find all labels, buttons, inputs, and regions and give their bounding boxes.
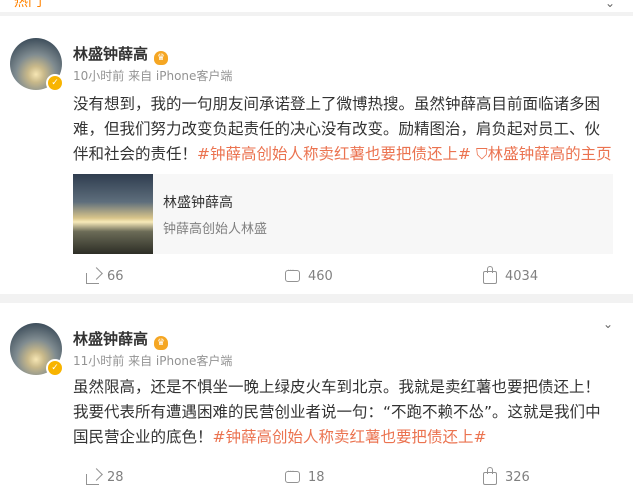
chevron-down-icon[interactable]: ⌄: [603, 317, 613, 331]
avatar[interactable]: ✓: [10, 38, 64, 92]
comment-count: 18: [308, 469, 325, 485]
like-icon: [483, 266, 497, 284]
crown-badge-icon: ♛: [154, 51, 169, 65]
forward-button[interactable]: 66: [86, 264, 124, 288]
forward-button[interactable]: 28: [86, 465, 124, 489]
comment-icon: [285, 467, 300, 483]
share-card-subtitle: 钟薛高创始人林盛: [163, 222, 268, 237]
post-meta: 11小时前 来自 iPhone客户端: [73, 354, 233, 368]
profile-share-card[interactable]: 林盛钟薛高 钟薛高创始人林盛: [73, 174, 613, 254]
like-count: 4034: [505, 268, 539, 284]
tab-hot[interactable]: 热门: [14, 0, 42, 11]
forward-count: 28: [107, 469, 124, 485]
chevron-down-icon[interactable]: ⌄: [605, 0, 615, 10]
author-name[interactable]: 林盛钟薛高 ♛: [73, 43, 169, 65]
author-name-text[interactable]: 林盛钟薛高: [73, 330, 148, 348]
like-button[interactable]: 4034: [483, 264, 538, 288]
avatar[interactable]: ✓: [10, 323, 64, 377]
share-card-title: 林盛钟薛高: [163, 195, 233, 211]
like-count: 326: [505, 469, 530, 485]
post-text: 虽然限高，还是不惧坐一晚上绿皮火车到北京。我就是卖红薯也要把债还上！我要代表所有…: [73, 375, 613, 450]
like-button[interactable]: 326: [483, 465, 530, 489]
crown-badge-icon: ♛: [154, 336, 169, 350]
post-meta: 10小时前 来自 iPhone客户端: [73, 69, 233, 83]
post-card: ✓ 林盛钟薛高 ♛ 10小时前 来自 iPhone客户端 没有想到，我的一句朋友间…: [0, 16, 633, 294]
share-card-thumbnail: [73, 174, 153, 254]
top-tab-bar: 热门 ⌄: [0, 0, 633, 12]
comment-button[interactable]: 460: [285, 264, 333, 288]
forward-icon: [86, 473, 99, 485]
forward-icon: [86, 272, 99, 284]
action-bar: 28 18 326: [0, 465, 633, 489]
comment-button[interactable]: 18: [285, 465, 325, 489]
user-icon: ⛉: [475, 145, 488, 163]
action-bar: 66 460 4034: [0, 264, 633, 288]
post-text: 没有想到，我的一句朋友间承诺登上了微博热搜。虽然钟薛高目前面临诸多困难，但我们努…: [73, 92, 613, 167]
verified-badge-icon: ✓: [46, 359, 64, 377]
comment-icon: [285, 266, 300, 282]
comment-count: 460: [308, 268, 333, 284]
hashtag-link[interactable]: #钟薛高创始人称卖红薯也要把债还上#: [197, 145, 471, 163]
author-name[interactable]: 林盛钟薛高 ♛: [73, 328, 169, 350]
verified-badge-icon: ✓: [46, 74, 64, 92]
post-card: ⌄ ✓ 林盛钟薛高 ♛ 11小时前 来自 iPhone客户端 虽然限高，还是不惧坐…: [0, 303, 633, 499]
forward-count: 66: [107, 268, 124, 284]
user-link[interactable]: ⛉林盛钟薛高的主页: [476, 145, 612, 163]
like-icon: [483, 467, 497, 485]
author-name-text[interactable]: 林盛钟薛高: [73, 45, 148, 63]
hashtag-link[interactable]: #钟薛高创始人称卖红薯也要把债还上#: [213, 428, 487, 446]
